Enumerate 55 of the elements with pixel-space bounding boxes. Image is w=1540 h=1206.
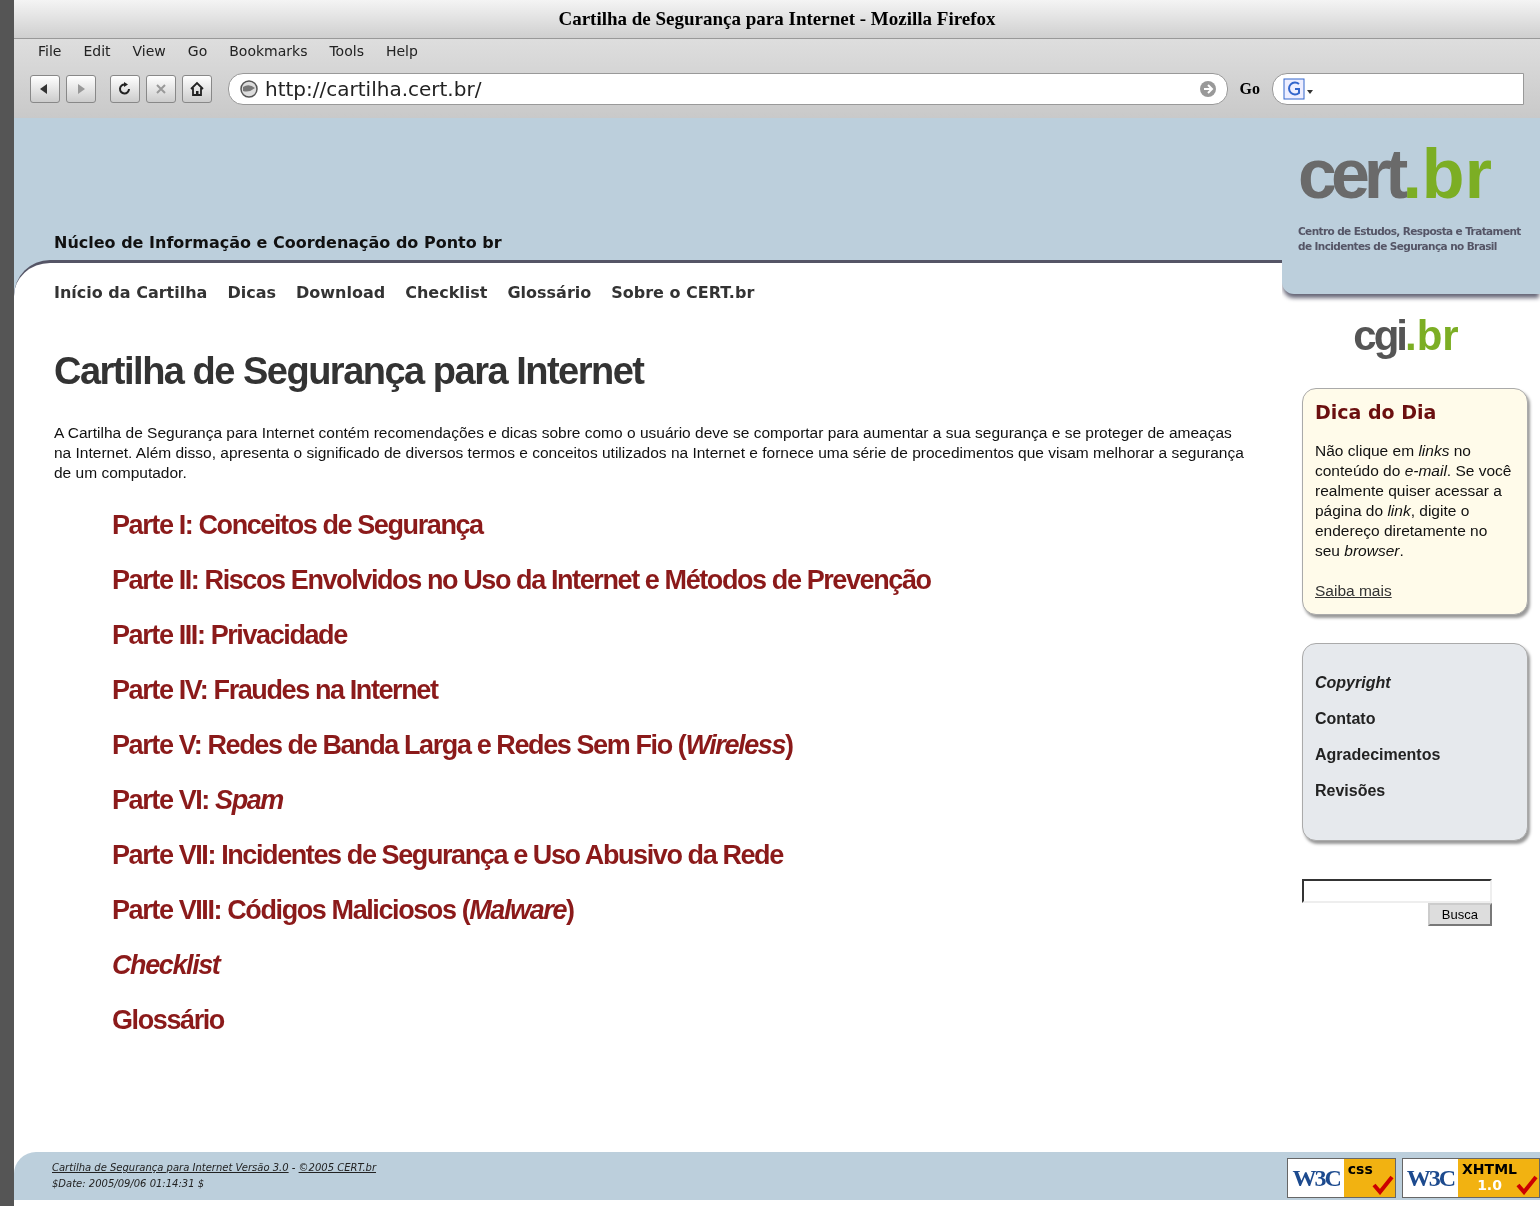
chapter-link[interactable]: Parte VIII: Códigos Maliciosos (Malware) [112,892,574,928]
window-title: Cartilha de Segurança para Internet - Mozilla Firefox [558,8,996,30]
side-link[interactable]: Contato [1315,710,1376,728]
side-link[interactable]: Agradecimentos [1315,746,1441,764]
search-button[interactable]: Busca [1427,903,1492,926]
nav-link[interactable]: Início da Cartilha [54,283,208,302]
menu-item[interactable]: Bookmarks [229,43,308,65]
chapter-link[interactable]: Parte VII: Incidentes de Segurança e Uso Abusivo da Rede [112,837,783,873]
owner-link[interactable]: ©2005 CERT.br [298,1162,376,1173]
reload-button[interactable] [110,75,140,103]
organization-name: Núcleo de Informação e Coordenação do Ponto br [54,233,502,252]
forward-button[interactable] [66,75,96,103]
chapter-link[interactable]: Parte III: Privacidade [112,617,347,653]
back-button[interactable] [30,75,60,103]
menu-item[interactable]: Tools [329,43,364,65]
logo-caption: de Incidentes de Segurança no Brasil [1298,239,1497,254]
reload-icon [117,81,133,97]
menu-item[interactable]: File [38,43,62,65]
chapter-link[interactable]: Parte II: Riscos Envolvidos no Uso da Internet e Métodos de Prevenção [112,562,931,598]
tip-text: Não clique em links no conteúdo do e-mail. Se você realmente quiser acessar a página do link, digite o endereço diretamente no seu browser. [1315,441,1513,561]
nav-link[interactable]: Download [296,283,386,302]
tip-title: Dica do Dia [1315,401,1438,423]
chapter-link[interactable]: Parte V: Redes de Banda Larga e Redes Sem Fio (Wireless) [112,727,793,763]
menu-item[interactable]: View [132,43,166,65]
chapter-link[interactable]: Parte I: Conceitos de Segurança [112,507,483,543]
partner-logo: cgi.br [1353,312,1459,360]
side-link[interactable]: Copyright [1315,674,1391,692]
revision-date: $Date: 2005/09/06 01:14:31 $ [52,1177,206,1191]
chapter-link[interactable]: Checklist [112,947,220,983]
page-title: Cartilha de Segurança para Internet [54,350,645,393]
validator-badge[interactable]: W3C css [1287,1158,1396,1198]
go-button[interactable]: Go [1235,80,1264,98]
footer-credits: Cartilha de Segurança para Internet Versão 3.0 - ©2005 CERT.br [52,1161,376,1175]
chapter-link[interactable]: Parte IV: Fraudes na Internet [112,672,438,708]
menu-item[interactable]: Help [385,43,418,65]
home-icon [189,81,205,97]
nav-link[interactable]: Glossário [507,283,592,302]
chapter-link[interactable]: Parte VI: Spam [112,782,283,818]
chapter-link[interactable]: Glossário [112,1002,224,1038]
side-link[interactable]: Revisões [1315,782,1386,800]
menu-item[interactable]: Go [187,43,208,65]
more-link[interactable]: Saiba mais [1315,582,1392,599]
logo: cert.br [1298,134,1493,215]
address-field[interactable]: http://cartilha.cert.br/ [228,73,1228,105]
stop-button[interactable] [146,75,176,103]
search-input[interactable] [1302,879,1492,903]
menu-item[interactable]: Edit [83,43,111,65]
version-link[interactable]: Cartilha de Segurança para Internet Versão 3.0 [52,1162,289,1173]
search-field[interactable] [1272,73,1524,105]
home-button[interactable] [182,75,212,103]
logo-caption: Centro de Estudos, Resposta e Tratament [1298,224,1521,239]
nav-link[interactable]: Checklist [405,283,488,302]
nav-link[interactable]: Dicas [227,283,276,302]
nav-link[interactable]: Sobre o CERT.br [611,283,755,302]
intro-paragraph: A Cartilha de Segurança para Internet contém recomendações e dicas sobre como o usuário deve se comportar para aumentar a sua segurança e se proteger de ameaças na Internet. Além disso, apresenta o significado de diversos termos e conceitos utilizados na Internet e fornece uma série de procedimentos que visam melhorar a segurança de um computador. [54,423,1245,483]
